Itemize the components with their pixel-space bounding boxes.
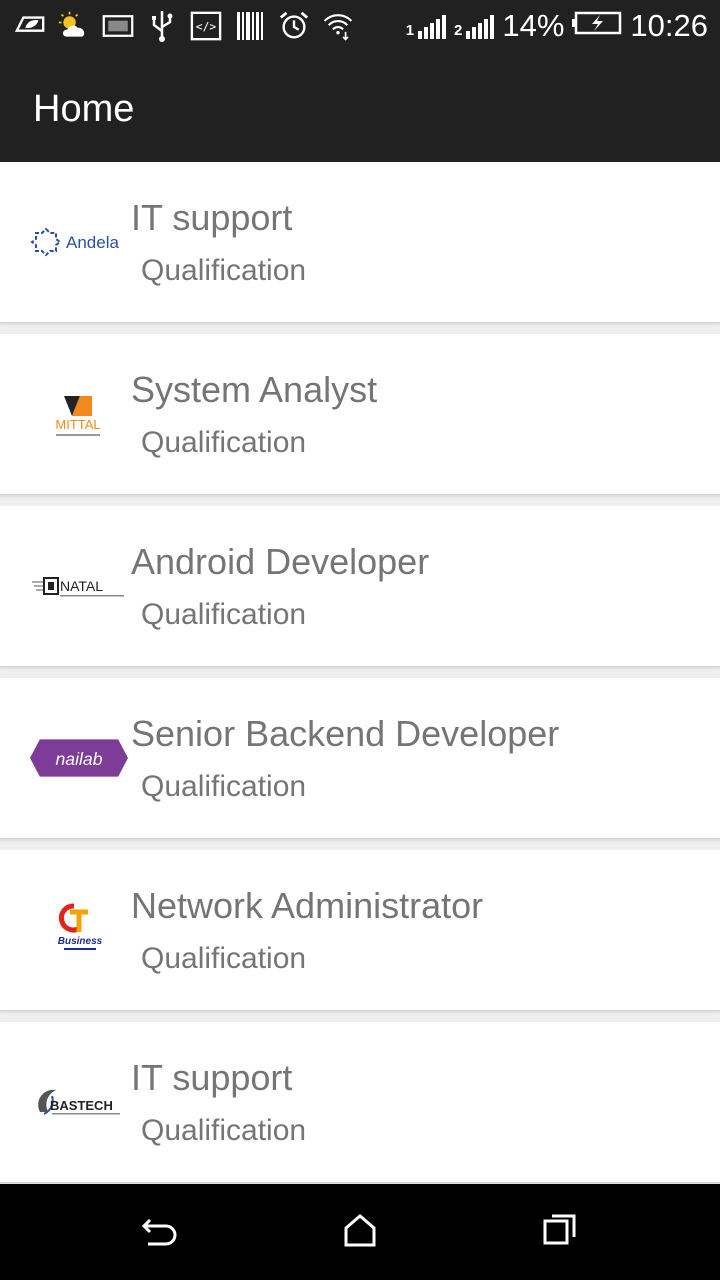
andela-logo: Andela <box>30 202 128 282</box>
back-icon <box>140 1212 180 1253</box>
job-title: IT support <box>131 1057 293 1098</box>
svg-text:Andela: Andela <box>66 233 119 252</box>
mittal-logo: MITTAL <box>30 374 128 454</box>
navigation-bar <box>0 1184 720 1280</box>
job-card[interactable]: Andela IT support Qualification <box>0 162 720 323</box>
svg-text:</>: </> <box>196 21 217 34</box>
home-button[interactable] <box>336 1208 384 1256</box>
home-icon <box>342 1212 378 1253</box>
alarm-icon <box>278 10 310 42</box>
job-card[interactable]: nailab Senior Backend Developer Qualific… <box>0 678 720 839</box>
image-icon <box>102 10 134 42</box>
job-qualification: Qualification <box>141 598 307 631</box>
wifi-icon <box>322 10 354 42</box>
app-bar: Home <box>0 52 720 162</box>
job-qualification: Qualification <box>141 770 307 803</box>
signal-sim2-icon: 2 <box>454 13 495 39</box>
recents-icon <box>542 1212 578 1253</box>
status-bar: </> 1 2 14% 10:26 <box>0 0 720 52</box>
job-card[interactable]: MITTAL System Analyst Qualification <box>0 334 720 495</box>
job-qualification: Qualification <box>141 254 307 287</box>
barcode-icon <box>234 10 266 42</box>
business-logo: Business <box>30 890 128 970</box>
natal-logo: NATAL <box>30 546 128 626</box>
svg-text:Business: Business <box>58 936 103 947</box>
job-card[interactable]: BASTECH IT support Qualification <box>0 1022 720 1183</box>
developer-icon: </> <box>190 10 222 42</box>
job-title: System Analyst <box>131 369 378 410</box>
nailab-logo: nailab <box>30 718 128 798</box>
job-qualification: Qualification <box>141 942 307 975</box>
usb-icon <box>146 10 178 42</box>
svg-text:NATAL: NATAL <box>60 578 103 594</box>
job-qualification: Qualification <box>141 426 307 459</box>
job-title: Android Developer <box>131 541 430 582</box>
svg-text:nailab: nailab <box>55 749 102 769</box>
job-title: Network Administrator <box>131 885 484 926</box>
job-title: IT support <box>131 197 293 238</box>
job-title: Senior Backend Developer <box>131 713 560 754</box>
clock: 10:26 <box>630 8 708 43</box>
job-qualification: Qualification <box>141 1114 307 1147</box>
notification-icons: </> <box>14 6 354 46</box>
job-card[interactable]: NATAL Android Developer Qualification <box>0 506 720 667</box>
battery-icon <box>572 8 622 44</box>
job-list: Andela IT support Qualification MITTAL S… <box>0 162 720 1194</box>
status-right: 1 2 14% 10:26 <box>406 6 708 46</box>
job-card[interactable]: Business Network Administrator Qualifica… <box>0 850 720 1011</box>
battery-percent: 14% <box>502 8 565 43</box>
page-title: Home <box>33 88 135 130</box>
leaf-icon <box>14 10 46 42</box>
svg-text:MITTAL: MITTAL <box>55 417 100 432</box>
signal-sim1-icon: 1 <box>406 13 447 39</box>
bastech-logo: BASTECH <box>30 1062 128 1142</box>
back-button[interactable] <box>136 1208 184 1256</box>
svg-text:BASTECH: BASTECH <box>50 1098 113 1113</box>
recents-button[interactable] <box>536 1208 584 1256</box>
weather-icon <box>58 10 90 42</box>
